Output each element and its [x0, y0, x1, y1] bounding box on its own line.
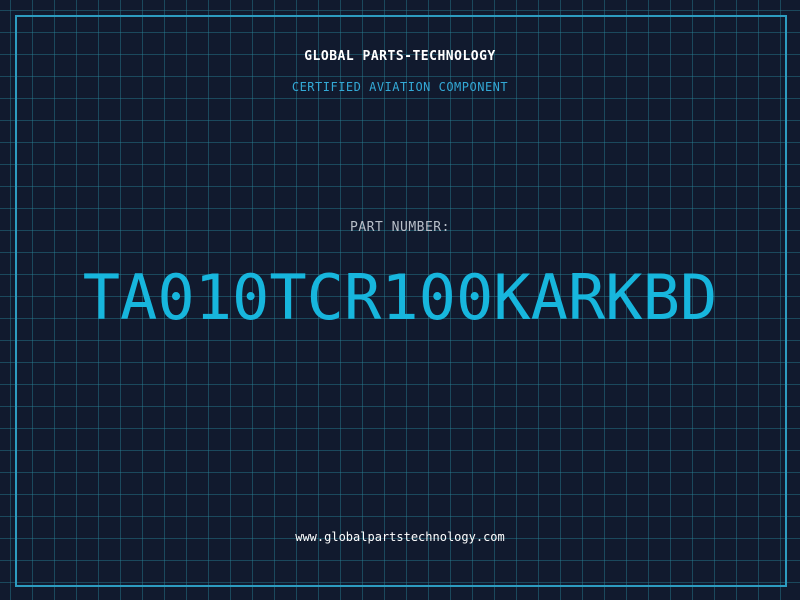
- website-url: www.globalpartstechnology.com: [295, 530, 505, 544]
- company-name: GLOBAL PARTS-TECHNOLOGY: [304, 49, 496, 64]
- certification-subtitle: CERTIFIED AVIATION COMPONENT: [291, 80, 509, 94]
- part-number-label: PART NUMBER:: [350, 220, 450, 235]
- part-number-value: TA010TCR100KARKBD: [82, 261, 718, 334]
